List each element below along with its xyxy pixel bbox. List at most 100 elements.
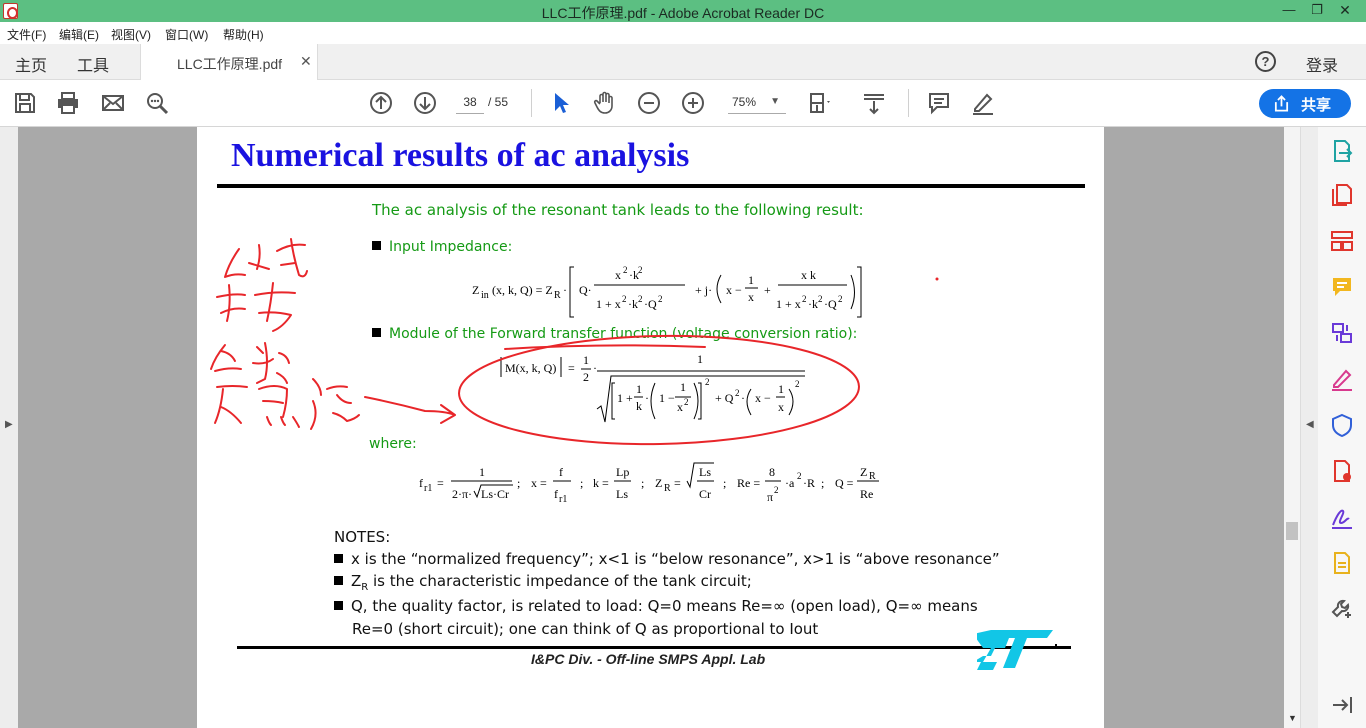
zoom-out-icon[interactable] [637, 91, 661, 115]
select-cursor-icon[interactable] [549, 91, 573, 115]
save-icon[interactable] [13, 91, 37, 115]
share-button[interactable]: 共享 [1259, 89, 1351, 118]
page-down-icon[interactable] [413, 91, 437, 115]
export-pdf-icon[interactable] [1330, 139, 1354, 163]
comment-tool-icon[interactable] [1330, 275, 1354, 299]
svg-text:·R: ·R [803, 476, 815, 490]
create-pdf-icon[interactable] [1330, 183, 1354, 207]
svg-text:2: 2 [797, 471, 802, 481]
combine-files-icon[interactable] [1330, 321, 1354, 345]
send-review-icon[interactable] [1330, 459, 1354, 483]
hand-tool-icon[interactable] [593, 91, 617, 115]
svg-text:2: 2 [638, 265, 643, 275]
menu-help[interactable]: 帮助(H) [223, 26, 264, 43]
close-window-button[interactable]: ✕ [1330, 0, 1360, 22]
where-label: where: [369, 436, 417, 452]
svg-text:1: 1 [778, 382, 784, 396]
toolbar: 38 / 55 75% ▼ 共享 [0, 80, 1366, 127]
svg-text:1: 1 [479, 465, 485, 479]
menu-view[interactable]: 视图(V) [111, 26, 151, 43]
tab-document[interactable]: LLC工作原理.pdf ✕ [140, 44, 318, 80]
svg-text:f: f [554, 487, 558, 501]
tab-home[interactable]: 主页 [15, 52, 47, 76]
svg-text:2: 2 [658, 294, 663, 304]
menu-window[interactable]: 窗口(W) [165, 26, 208, 43]
svg-text:M(x, k, Q): M(x, k, Q) [505, 361, 556, 375]
svg-text:;: ; [517, 476, 520, 490]
restore-button[interactable]: ❐ [1302, 0, 1332, 22]
svg-text:x =: x = [531, 476, 547, 490]
collapse-panel-icon[interactable] [1330, 693, 1354, 717]
collapse-right-icon: ◀ [1306, 419, 1314, 430]
email-icon[interactable] [101, 91, 125, 115]
login-button[interactable]: 登录 [1306, 52, 1338, 76]
svg-text:·Q: ·Q [644, 297, 657, 311]
zoom-level-select[interactable]: 75% ▼ [728, 92, 786, 114]
print-icon[interactable] [56, 91, 80, 115]
svg-text:Re =: Re = [737, 476, 760, 490]
title-rule [217, 184, 1085, 188]
svg-text:Ls: Ls [616, 487, 628, 501]
svg-text:1 +: 1 + [617, 391, 633, 405]
scroll-mode-icon[interactable] [862, 91, 886, 115]
minimize-button[interactable]: — [1274, 0, 1304, 22]
svg-text:1 −: 1 − [659, 391, 675, 405]
svg-text:Lp: Lp [616, 465, 629, 479]
ink-dot [935, 277, 939, 281]
note2-text: is the characteristic impedance of the t… [368, 572, 752, 590]
zoom-in-icon[interactable] [681, 91, 705, 115]
handwriting-line-4 [214, 378, 360, 430]
svg-text:f: f [419, 476, 423, 490]
page-number-input[interactable]: 38 [456, 92, 484, 114]
svg-text:·: · [593, 361, 597, 375]
left-panel-toggle[interactable]: ▶ [0, 127, 18, 728]
svg-text:1 + x: 1 + x [596, 297, 621, 311]
vertical-scrollbar[interactable]: ▼ [1284, 127, 1300, 728]
help-icon[interactable]: ? [1255, 51, 1276, 72]
svg-text:x k: x k [801, 268, 816, 282]
comment-icon[interactable] [927, 91, 951, 115]
zoom-level: 75% [732, 95, 757, 109]
protect-icon[interactable] [1330, 413, 1354, 437]
stamp-icon[interactable] [1330, 551, 1354, 575]
chevron-down-icon: ▼ [770, 96, 780, 107]
sign-icon[interactable] [971, 91, 995, 115]
svg-text:8: 8 [769, 465, 775, 479]
page-up-icon[interactable] [369, 91, 393, 115]
svg-text:1: 1 [680, 380, 686, 394]
svg-text:·: · [741, 391, 745, 405]
svg-text:Z: Z [860, 465, 867, 479]
title-bar: LLC工作原理.pdf - Adobe Acrobat Reader DC — … [0, 0, 1366, 22]
search-icon[interactable] [145, 91, 169, 115]
svg-text:r1: r1 [559, 494, 567, 505]
svg-text:r1: r1 [424, 483, 432, 494]
svg-text:=: = [674, 476, 681, 490]
annotation-arrow [364, 396, 456, 424]
input-impedance-label: Input Impedance: [389, 239, 513, 255]
close-tab-icon[interactable]: ✕ [300, 53, 312, 70]
tools-panel [1318, 127, 1366, 728]
svg-text:Z: Z [655, 476, 662, 490]
scroll-down-icon[interactable]: ▼ [1288, 713, 1297, 723]
scrollbar-thumb[interactable] [1286, 522, 1298, 540]
fill-sign-icon[interactable] [1330, 367, 1354, 391]
tab-tools[interactable]: 工具 [77, 52, 109, 76]
st-logo [977, 630, 1057, 670]
menu-edit[interactable]: 编辑(E) [59, 26, 99, 43]
note-quality-factor: Q, the quality factor, is related to loa… [334, 597, 978, 615]
page-total: / 55 [488, 95, 509, 109]
organize-pages-icon[interactable] [1330, 229, 1354, 253]
right-panel-toggle[interactable]: ◀ [1300, 127, 1318, 728]
fit-page-icon[interactable] [808, 91, 832, 115]
module-label: Module of the Forward transfer function … [389, 326, 858, 342]
document-tab-label: LLC工作原理.pdf [177, 56, 283, 72]
module-heading: Module of the Forward transfer function … [372, 326, 857, 342]
page-title: Numerical results of ac analysis [231, 137, 690, 174]
svg-text:2: 2 [795, 379, 800, 389]
svg-text:π: π [767, 490, 773, 504]
menu-file[interactable]: 文件(F) [7, 26, 46, 43]
document-workspace: ▶ Numerical results of ac analysis The a… [0, 127, 1300, 728]
more-tools-icon[interactable] [1330, 597, 1354, 621]
signature-icon[interactable] [1330, 505, 1354, 529]
svg-text:·a: ·a [785, 476, 795, 490]
